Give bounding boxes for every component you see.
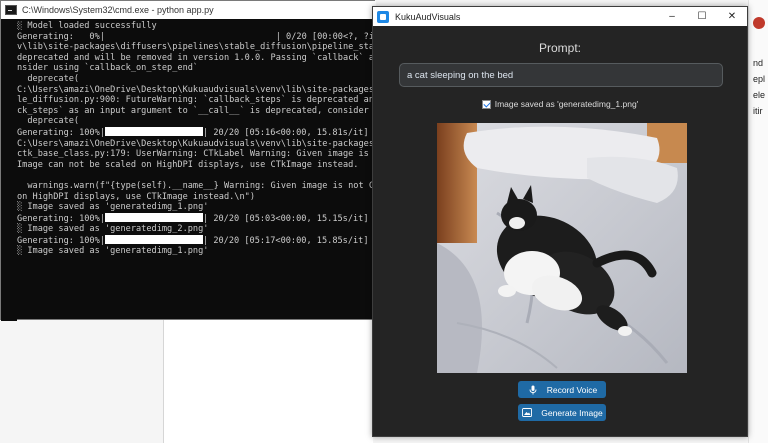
progress-suffix: | 20/20 [05:03<00:00, 15.15s/it] (202, 213, 369, 224)
generated-image (437, 123, 687, 373)
console-line: ctk_base_class.py:179: UserWarning: CTkL… (17, 149, 375, 160)
console-line: ░ Image saved as 'generatedimg_1.png' (17, 202, 209, 213)
console-line: ░ Image saved as 'generatedimg_2.png' (17, 224, 209, 235)
console-line: warnings.warn(f"{type(self).__name__} Wa… (17, 180, 375, 191)
save-status-text: Image saved as 'generatedimg_1.png' (494, 99, 639, 109)
progress-prefix: Generating: 100%| (17, 235, 105, 246)
app-title: KukuAudVisuals (395, 11, 461, 22)
progress-prefix: Generating: 100%| (17, 213, 105, 224)
background-text-fragment: nd (753, 58, 764, 68)
progress-bar (104, 234, 203, 244)
console-line: Generating: 100%| | 20/20 [05:16<00:00, 1… (17, 126, 375, 139)
console-line: C:\Users\amazi\OneDrive\Desktop\Kukuaudv… (17, 138, 375, 149)
record-voice-button[interactable]: Record Voice (518, 381, 606, 398)
prompt-label: Prompt: (538, 41, 581, 55)
console-line: deprecate( (17, 73, 80, 84)
progress-suffix: | 20/20 [05:16<00:00, 15.81s/it] (202, 127, 369, 138)
prompt-input[interactable] (399, 63, 723, 87)
background-text-fragment: epl (753, 74, 766, 84)
console-gutter (1, 19, 17, 321)
console-window[interactable]: C:\Windows\System32\cmd.exe - python app… (0, 0, 376, 321)
console-title: C:\Windows\System32\cmd.exe - python app… (22, 5, 214, 15)
background-right-panel: nd epl ele itir (748, 0, 768, 443)
progress-bar (104, 126, 203, 136)
window-controls: – ☐ ✕ (657, 7, 747, 26)
console-line: ck_steps` as an input argument to `__cal… (17, 105, 375, 116)
save-status: Image saved as 'generatedimg_1.png' (373, 99, 747, 109)
generate-image-button[interactable]: Generate Image (518, 404, 606, 421)
background-text-fragment: ele (753, 90, 766, 100)
progress-bar (104, 212, 203, 222)
microphone-icon (527, 385, 539, 395)
record-voice-label: Record Voice (546, 384, 598, 395)
console-line: C:\Users\amazi\OneDrive\Desktop\Kukuaudv… (17, 84, 375, 95)
cmd-icon (5, 5, 17, 15)
console-line: deprecated and will be removed in versio… (17, 52, 375, 63)
close-button[interactable]: ✕ (717, 7, 747, 26)
console-line: ░ Image saved as 'generatedimg_1.png' (17, 246, 209, 257)
minimize-button[interactable]: – (657, 7, 687, 26)
console-output[interactable]: ░ Model loaded successfully Generating: 0… (17, 21, 375, 319)
console-line: on HighDPI displays, use CTkImage instea… (17, 191, 255, 202)
notification-dot-icon (753, 17, 765, 29)
checkbox-icon (481, 99, 491, 109)
console-titlebar[interactable]: C:\Windows\System32\cmd.exe - python app… (1, 1, 376, 19)
image-icon (521, 408, 533, 418)
cat-on-bed-image (437, 123, 687, 373)
console-line: Generating: 0%| | 0/20 [00:00<?, ?it/s]C (17, 31, 375, 42)
generate-image-label: Generate Image (541, 407, 603, 418)
console-line: le_diffusion.py:900: FutureWarning: `cal… (17, 95, 375, 106)
console-line: ░ Model loaded successfully (17, 21, 157, 31)
app-logo-icon (377, 10, 389, 23)
console-line: Generating: 100%| | 20/20 [05:17<00:00, 1… (17, 234, 375, 247)
console-line: Generating: 100%| | 20/20 [05:03<00:00, 1… (17, 212, 375, 225)
app-titlebar[interactable]: KukuAudVisuals – ☐ ✕ (373, 7, 747, 26)
progress-suffix: | 20/20 [05:17<00:00, 15.85s/it] (202, 235, 369, 246)
maximize-button[interactable]: ☐ (687, 7, 717, 26)
console-line: v\lib\site-packages\diffusers\pipelines\… (17, 42, 375, 53)
background-text-fragment: itir (753, 106, 763, 116)
console-line: Image can not be scaled on HighDPI displ… (17, 159, 359, 170)
kukuaudvisuals-window[interactable]: KukuAudVisuals – ☐ ✕ Prompt: Image saved… (372, 6, 748, 437)
progress-prefix: Generating: 100%| (17, 127, 105, 138)
console-line: deprecate( (17, 116, 80, 127)
background-document-area (163, 300, 373, 443)
console-line: nsider using `callback_on_step_end` (17, 63, 199, 74)
